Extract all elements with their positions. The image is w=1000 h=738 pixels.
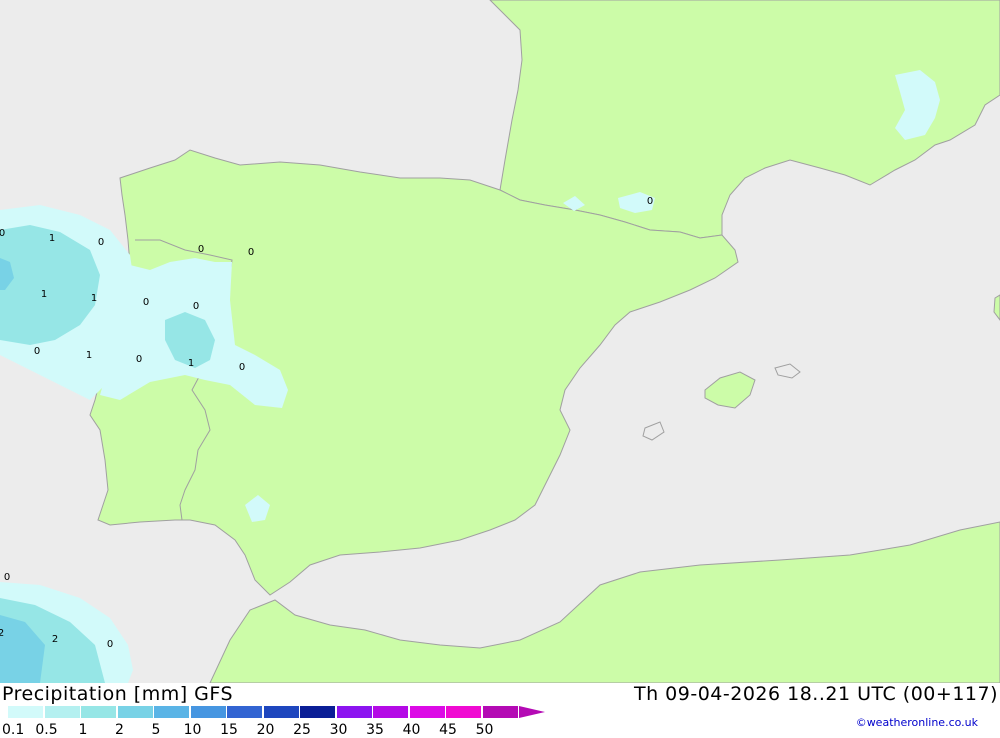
legend-swatch	[300, 706, 336, 718]
legend-label: 45	[439, 722, 457, 738]
legend-label: 1	[78, 722, 88, 738]
legend-swatch	[81, 706, 117, 718]
map-label: 0	[98, 237, 104, 248]
map-label: 1	[49, 233, 55, 244]
map-label: 0	[0, 228, 5, 239]
legend-label: 30	[329, 722, 348, 738]
legend-label: 25	[293, 722, 311, 738]
map-label: 1	[91, 293, 97, 304]
legend-swatch	[227, 706, 263, 718]
legend-label: 5	[151, 722, 161, 738]
legend-swatch	[44, 706, 81, 718]
legend-label: 40	[402, 722, 421, 738]
map-label: 2	[52, 634, 58, 645]
legend-swatch	[117, 706, 154, 718]
map-title: Precipitation [mm] GFS	[2, 683, 234, 705]
legend-swatch	[190, 706, 227, 718]
map-label: 0	[193, 301, 199, 312]
legend-swatch	[482, 706, 519, 718]
legend-label: 0.5	[35, 722, 58, 738]
map-label: 0	[198, 244, 204, 255]
map-label: 0	[4, 572, 10, 583]
legend-label: 15	[220, 722, 238, 738]
map-label: 1	[188, 358, 194, 369]
legend-label: 20	[256, 722, 275, 738]
map-label: 2	[0, 628, 4, 639]
map-label: 0	[34, 346, 40, 357]
map-label: 0	[239, 362, 245, 373]
map-label: 1	[41, 289, 47, 300]
map-footer: Precipitation [mm] GFS Th 09-04-2026 18.…	[0, 683, 1000, 738]
credit-link[interactable]: ©weatheronline.co.uk	[856, 716, 978, 729]
map-label: 0	[107, 639, 113, 650]
legend-label: 0.1	[2, 722, 25, 738]
legend-label: 50	[475, 722, 494, 738]
legend-label: 2	[115, 722, 124, 738]
map-label: 1	[86, 350, 92, 361]
legend-swatch	[263, 706, 300, 718]
forecast-datetime: Th 09-04-2026 18..21 UTC (00+117)	[633, 683, 998, 705]
legend-swatch	[8, 706, 44, 718]
precipitation-map: 0 1 0 0 0 1 1 0 0 0 1 0 1 0 0 0 2 0 2	[0, 0, 1000, 683]
legend-arrow	[519, 706, 545, 718]
legend-label: 35	[366, 722, 384, 738]
map-label: 0	[136, 354, 142, 365]
map-label: 0	[647, 196, 653, 207]
legend-swatch	[373, 706, 409, 718]
legend-swatch	[154, 706, 190, 718]
map-label: 0	[248, 247, 254, 258]
legend-swatch	[336, 706, 373, 718]
legend-swatch	[409, 706, 446, 718]
legend-swatch	[446, 706, 482, 718]
legend-label: 10	[183, 722, 202, 738]
map-label: 0	[143, 297, 149, 308]
